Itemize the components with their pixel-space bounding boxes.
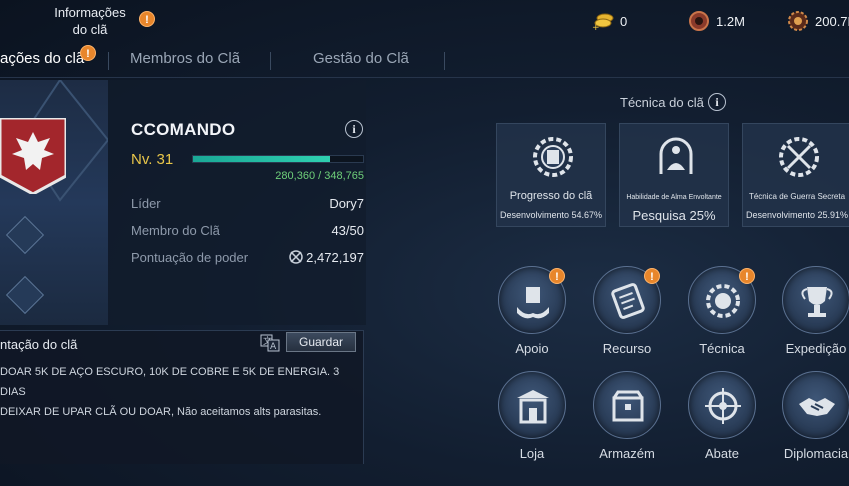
clan-notice-text[interactable]: DOAR 5K DE AÇO ESCURO, 10K DE COBRE E 5K… — [0, 362, 350, 422]
resource-scroll-icon — [611, 283, 645, 319]
tab-clan-info[interactable]: ações do clã — [0, 50, 84, 67]
xp-progress-bar — [192, 155, 364, 163]
support-hands-icon — [517, 287, 549, 319]
technique-alert-icon: ! — [739, 268, 755, 284]
warehouse-label: Armazém — [599, 446, 655, 461]
tab-divider — [444, 52, 445, 70]
support-label: Apoio — [515, 341, 549, 356]
warehouse-chest-icon — [612, 390, 644, 422]
clan-level: Nv. 31 — [131, 151, 174, 168]
tech-name: Técnica de Guerra Secreta — [748, 192, 846, 201]
tech-card-clan-progress[interactable]: Progresso do clã Desenvolvimento 54.67% — [496, 123, 606, 227]
resource-gold-value: 0 — [620, 13, 628, 29]
tech-name: Habilidade de Alma Envoltante — [626, 194, 722, 201]
power-label: Pontuação de poder — [131, 250, 249, 265]
tech-card-secret-war[interactable]: Técnica de Guerra Secreta Desenvolviment… — [742, 123, 849, 227]
shop-label: Loja — [519, 446, 545, 461]
meditation-icon — [659, 137, 693, 174]
expedition-button[interactable] — [782, 266, 849, 334]
trophy-icon — [801, 287, 833, 317]
resource-bronze-value: 1.2M — [716, 13, 745, 29]
resource-energy[interactable]: 200.7K — [787, 10, 849, 32]
tech-value: Pesquisa 25% — [632, 208, 716, 223]
technique-gear-icon — [706, 284, 740, 318]
tab-clan-members[interactable]: Membros do Clã — [130, 50, 240, 67]
slay-button[interactable] — [688, 371, 756, 439]
svg-text:A: A — [270, 342, 277, 352]
gold-coins-icon: + — [592, 13, 614, 32]
tech-info-icon[interactable]: i — [708, 93, 726, 111]
shop-icon — [517, 390, 549, 424]
clan-tech-title: Técnica do clã — [620, 95, 704, 110]
power-value: 2,472,197 — [306, 250, 364, 265]
expedition-label: Expedição — [785, 341, 847, 356]
top-bar: Informações do clã ! + 0 1.2M 200.7K — [0, 0, 849, 42]
clan-banner-area — [0, 78, 110, 325]
diplomacy-label: Diplomacia — [783, 446, 849, 461]
shop-button[interactable] — [498, 371, 566, 439]
svg-text:+: + — [592, 23, 600, 32]
alert-icon: ! — [139, 11, 155, 27]
tab-divider — [270, 52, 271, 70]
members-value: 43/50 — [331, 223, 364, 238]
tech-card-soul-skill[interactable]: Habilidade de Alma Envoltante Pesquisa 2… — [619, 123, 729, 227]
clan-info-title: Informações do clã — [54, 5, 126, 37]
war-gear-icon — [779, 137, 819, 177]
leader-label: Líder — [131, 196, 161, 211]
clan-name: CCOMANDO — [131, 120, 236, 139]
banner-decoration — [5, 78, 110, 315]
warehouse-button[interactable] — [593, 371, 661, 439]
translate-icon[interactable]: 文 A — [260, 334, 280, 352]
resource-alert-icon: ! — [644, 268, 660, 284]
leader-value[interactable]: Dory7 — [329, 196, 364, 211]
tech-value: Desenvolvimento 54.67% — [499, 210, 603, 220]
slay-label: Abate — [705, 446, 739, 461]
resource-gold[interactable]: + 0 — [592, 10, 627, 32]
progress-gear-icon — [533, 137, 573, 177]
handshake-icon — [799, 398, 835, 416]
resource-bronze[interactable]: 1.2M — [688, 10, 745, 32]
xp-progress-fill — [193, 156, 330, 162]
tab-divider — [108, 52, 109, 70]
diplomacy-button[interactable] — [782, 371, 849, 439]
clan-notice-title: ntação do clã — [0, 337, 78, 352]
tab-alert-icon: ! — [80, 45, 96, 61]
power-icon — [289, 250, 303, 264]
resource-label: Recurso — [602, 341, 652, 356]
xp-progress-text: 280,360 / 348,765 — [275, 170, 364, 182]
resource-energy-value: 200.7K — [815, 13, 849, 29]
tab-clan-management[interactable]: Gestão do Clã — [313, 50, 409, 67]
technique-label: Técnica — [699, 341, 745, 356]
clan-emblem-icon — [0, 118, 66, 194]
energy-gear-icon — [788, 11, 808, 31]
save-notice-button[interactable]: Guardar — [286, 332, 356, 352]
members-label: Membro do Clã — [131, 223, 220, 238]
tech-value: Desenvolvimento 25.91% — [745, 210, 849, 220]
tab-bar: ações do clã ! Membros do Clã Gestão do … — [0, 42, 849, 78]
clan-info-icon[interactable]: i — [345, 120, 363, 138]
bronze-coin-icon — [689, 11, 709, 31]
support-alert-icon: ! — [549, 268, 565, 284]
tech-name: Progresso do clã — [509, 190, 593, 202]
crosshair-icon — [705, 388, 741, 424]
tab-underline — [0, 77, 849, 78]
